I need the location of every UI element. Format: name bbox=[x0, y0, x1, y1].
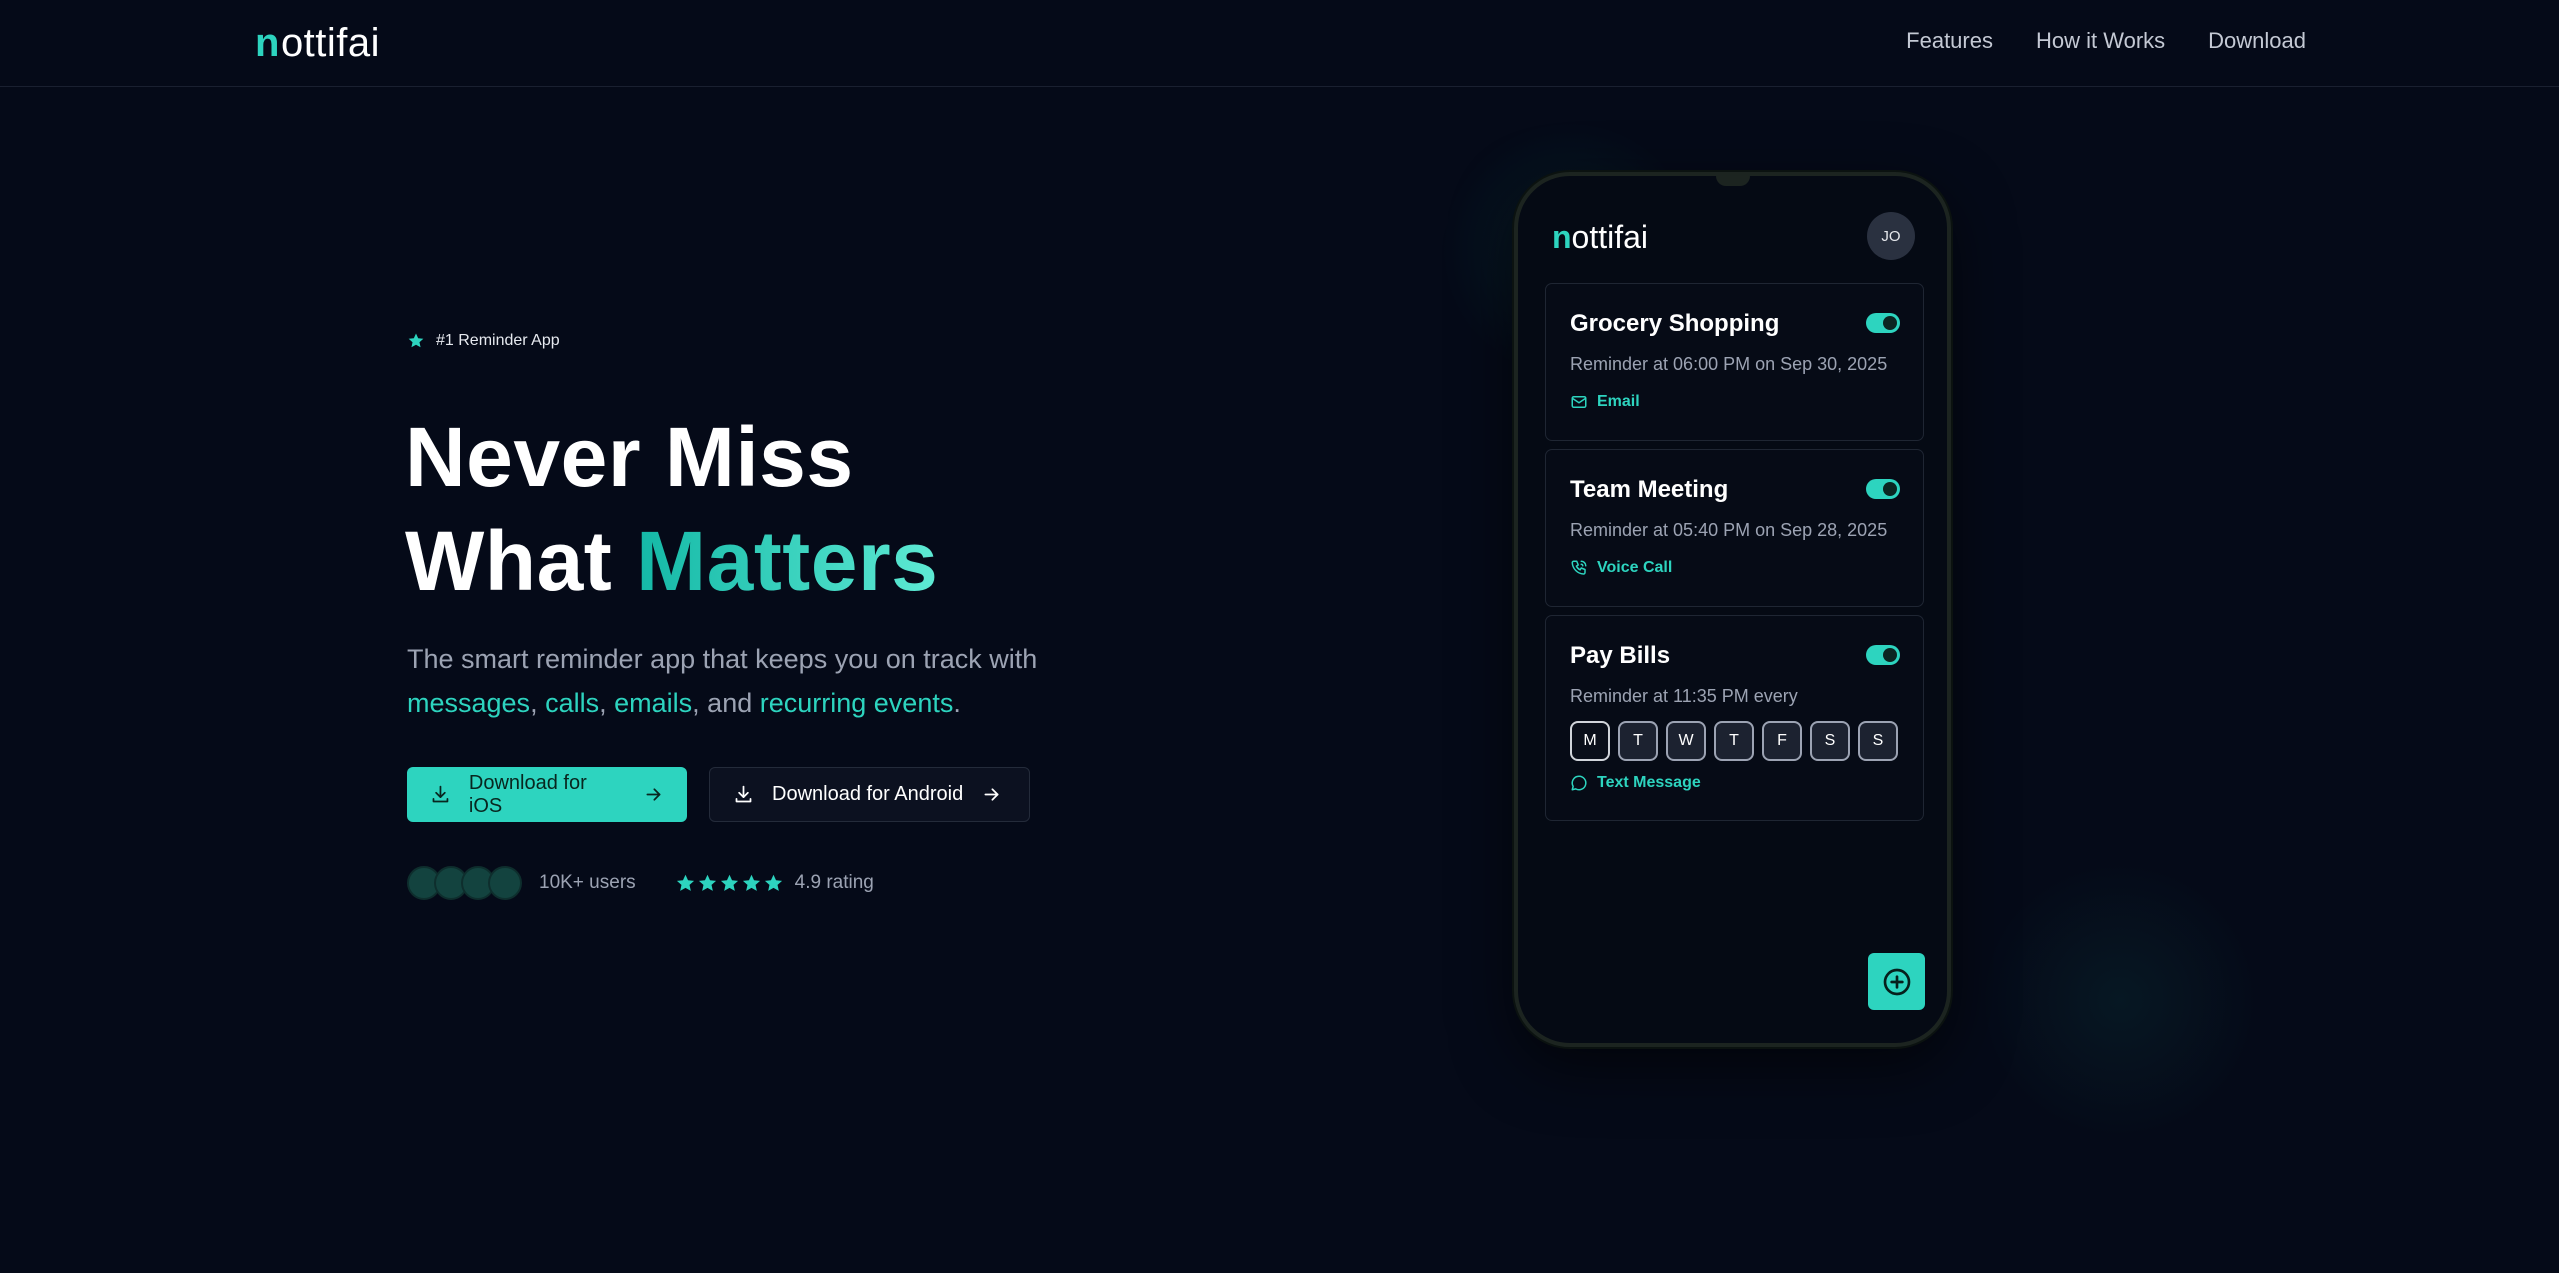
reminder-card[interactable]: Grocery Shopping Reminder at 06:00 PM on… bbox=[1545, 283, 1924, 441]
channel-label: Voice Call bbox=[1597, 559, 1673, 576]
app-logo: n ottifai bbox=[1552, 219, 1648, 256]
headline-line-1: Never Miss bbox=[405, 410, 854, 504]
download-android-button[interactable]: Download for Android bbox=[709, 767, 1030, 822]
rating-stars bbox=[675, 873, 784, 894]
phone-notch bbox=[1715, 176, 1750, 186]
ios-button-label: Download for iOS bbox=[468, 771, 587, 817]
channel-label: Text Message bbox=[1597, 774, 1701, 791]
headline-accent: Matters bbox=[636, 514, 939, 608]
user-avatar[interactable]: JO bbox=[1867, 212, 1915, 260]
day-sunday[interactable]: S bbox=[1858, 721, 1898, 761]
nav-link-how-it-works[interactable]: How it Works bbox=[2036, 28, 2165, 54]
subtitle-messages: messages bbox=[407, 688, 531, 718]
app-logo-mark: n bbox=[1552, 219, 1572, 255]
subtitle-sep: . bbox=[953, 688, 961, 718]
day-thursday[interactable]: T bbox=[1714, 721, 1754, 761]
weekday-selector: M T W T F S S bbox=[1570, 721, 1898, 761]
reminder-toggle[interactable] bbox=[1866, 313, 1900, 333]
social-proof: 10K+ users 4.9 rating bbox=[407, 866, 874, 900]
reminder-title: Pay Bills bbox=[1570, 642, 1671, 669]
reminder-time: Reminder at 11:35 PM every bbox=[1570, 686, 1798, 706]
star-icon bbox=[764, 874, 782, 891]
brand-mark: n bbox=[255, 21, 280, 65]
nav-link-download[interactable]: Download bbox=[2208, 28, 2306, 54]
subtitle-recurring: recurring events bbox=[759, 688, 954, 718]
reminder-toggle[interactable] bbox=[1866, 645, 1900, 665]
top-nav: n ottifai Features How it Works Download bbox=[0, 0, 2559, 87]
day-friday[interactable]: F bbox=[1762, 721, 1802, 761]
user-avatars bbox=[407, 866, 522, 900]
phone-mockup: n ottifai JO Grocery Shopping Reminder at… bbox=[1514, 172, 1951, 1047]
star-icon bbox=[742, 874, 760, 891]
reminder-channel: Voice Call bbox=[1570, 558, 1672, 578]
channel-label: Email bbox=[1597, 393, 1640, 410]
landing-page: n ottifai Features How it Works Download … bbox=[0, 0, 2559, 1273]
subtitle-calls: calls bbox=[545, 688, 600, 718]
phone-icon bbox=[1571, 560, 1587, 575]
mail-icon bbox=[1571, 396, 1587, 408]
subtitle-text: The smart reminder app that keeps you on… bbox=[407, 644, 1038, 674]
star-icon bbox=[720, 874, 738, 891]
day-tuesday[interactable]: T bbox=[1618, 721, 1658, 761]
reminder-title: Team Meeting bbox=[1570, 476, 1729, 503]
badge-label: #1 Reminder App bbox=[436, 332, 560, 349]
brand-name: ottifai bbox=[280, 21, 381, 65]
rating-label: 4.9 rating bbox=[794, 872, 874, 893]
star-icon bbox=[676, 874, 694, 891]
day-monday[interactable]: M bbox=[1570, 721, 1610, 761]
reminder-channel: Text Message bbox=[1570, 773, 1701, 793]
avatar bbox=[488, 866, 522, 900]
android-button-label: Download for Android bbox=[772, 783, 964, 805]
reminder-card[interactable]: Team Meeting Reminder at 05:40 PM on Sep… bbox=[1545, 449, 1924, 607]
day-wednesday[interactable]: W bbox=[1666, 721, 1706, 761]
subtitle-emails: emails bbox=[614, 688, 693, 718]
reminder-time: Reminder at 05:40 PM on Sep 28, 2025 bbox=[1570, 520, 1888, 540]
reminder-title: Grocery Shopping bbox=[1570, 310, 1780, 337]
plus-circle-icon bbox=[1883, 968, 1910, 995]
subtitle-sep: , and bbox=[692, 688, 753, 718]
download-icon bbox=[735, 785, 752, 803]
download-icon bbox=[432, 785, 449, 803]
arrow-right-icon bbox=[646, 788, 661, 801]
background-glow bbox=[1980, 860, 2260, 1140]
reminder-card[interactable]: Pay Bills Reminder at 11:35 PM every M T… bbox=[1545, 615, 1924, 821]
star-icon bbox=[408, 333, 424, 348]
headline-line-2: What bbox=[405, 514, 637, 608]
brand-logo[interactable]: n ottifai bbox=[255, 21, 381, 66]
message-icon bbox=[1571, 775, 1587, 791]
arrow-right-icon bbox=[984, 788, 999, 801]
nav-links: Features How it Works Download bbox=[1906, 28, 2306, 54]
user-count: 10K+ users bbox=[539, 872, 636, 893]
app-logo-name: ottifai bbox=[1571, 219, 1649, 255]
subtitle-sep: , bbox=[599, 688, 607, 718]
reminder-time: Reminder at 06:00 PM on Sep 30, 2025 bbox=[1570, 354, 1888, 374]
reminder-toggle[interactable] bbox=[1866, 479, 1900, 499]
star-icon bbox=[698, 874, 716, 891]
top-app-badge: #1 Reminder App bbox=[407, 326, 560, 356]
day-saturday[interactable]: S bbox=[1810, 721, 1850, 761]
add-reminder-button[interactable] bbox=[1868, 953, 1925, 1010]
subtitle-sep: , bbox=[530, 688, 538, 718]
download-ios-button[interactable]: Download for iOS bbox=[407, 767, 687, 822]
reminder-channel: Email bbox=[1570, 392, 1640, 412]
hero-headline: Never Miss What Matters bbox=[405, 405, 938, 613]
hero-subtitle: The smart reminder app that keeps you on… bbox=[407, 637, 1107, 725]
nav-link-features[interactable]: Features bbox=[1906, 28, 1993, 54]
